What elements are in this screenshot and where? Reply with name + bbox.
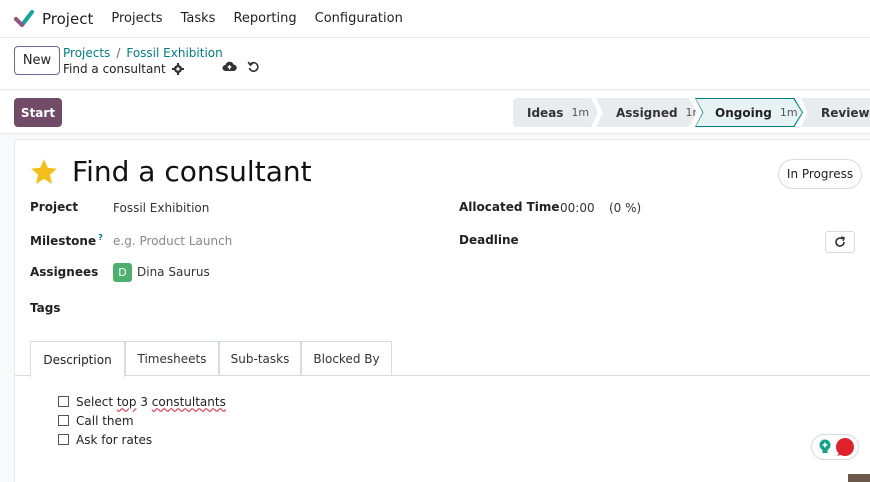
checkbox[interactable] — [58, 396, 69, 407]
project-app-icon — [14, 9, 34, 27]
tab-sub-tasks[interactable]: Sub-tasks — [219, 341, 301, 376]
refresh-button[interactable] — [825, 231, 855, 253]
deadline-label: Deadline — [459, 233, 519, 247]
menu-tasks[interactable]: Tasks — [172, 11, 225, 26]
tab-blocked-by[interactable]: Blocked By — [301, 341, 392, 376]
stage-review[interactable]: Review — [801, 98, 870, 127]
milestone-label-text: Milestone — [30, 234, 97, 248]
project-label: Project — [30, 200, 79, 214]
stage-name: Assigned — [616, 105, 678, 120]
record-name: Find a consultant — [63, 62, 166, 76]
top-navbar: Project Projects Tasks Reporting Configu… — [0, 0, 870, 38]
notebook-tabs: Description Timesheets Sub-tasks Blocked… — [15, 341, 870, 377]
gear-icon[interactable] — [171, 63, 184, 75]
menu-projects[interactable]: Projects — [102, 11, 171, 26]
refresh-icon — [835, 236, 845, 247]
checklist-item-text[interactable]: Call them — [76, 414, 134, 428]
assistant-widget[interactable] — [811, 434, 859, 460]
checklist-text-part: 3 — [136, 394, 152, 409]
checklist-item-text[interactable]: Ask for rates — [76, 433, 152, 447]
help-icon[interactable]: ? — [98, 233, 103, 242]
stage-name: Ideas — [527, 105, 564, 120]
breadcrumb: Projects / Fossil Exhibition — [63, 46, 223, 60]
milestone-label: Milestone? — [30, 233, 103, 248]
breadcrumb-fossil-exhibition[interactable]: Fossil Exhibition — [126, 46, 222, 60]
tab-description[interactable]: Description — [30, 341, 125, 377]
app-brand[interactable]: Project — [14, 9, 93, 29]
breadcrumb-separator: / — [116, 46, 121, 60]
star-icon[interactable] — [29, 157, 59, 187]
start-button[interactable]: Start — [14, 98, 62, 127]
assignee-tag[interactable]: D Dina Saurus — [113, 263, 210, 282]
grammar-check-icon — [836, 438, 854, 456]
ai-bulb-icon — [819, 439, 831, 453]
stage-duration: 1m — [779, 106, 798, 119]
title-row: Find a consultant — [29, 155, 312, 188]
avatar: D — [113, 263, 132, 282]
checklist-text-part: Select — [76, 394, 117, 409]
checklist-item: Call them — [58, 411, 226, 430]
checklist-item-text[interactable]: Select top 3 constultants — [76, 395, 226, 409]
task-title[interactable]: Find a consultant — [72, 155, 312, 188]
stage-name: Review — [821, 105, 870, 120]
app-name: Project — [42, 9, 94, 28]
main-menu: Projects Tasks Reporting Configuration — [102, 11, 411, 26]
stage-ongoing[interactable]: Ongoing 1m — [695, 98, 803, 127]
stage-name: Ongoing — [715, 105, 772, 120]
tags-label: Tags — [30, 301, 61, 315]
breadcrumb-projects[interactable]: Projects — [63, 46, 110, 60]
checkbox[interactable] — [58, 434, 69, 445]
assignee-name: Dina Saurus — [137, 265, 210, 279]
menu-configuration[interactable]: Configuration — [306, 11, 412, 26]
record-name-row: Find a consultant — [63, 62, 184, 76]
checklist-text-part: top — [116, 394, 137, 409]
stage-ongoing-inner: Ongoing 1m — [696, 99, 802, 126]
stage-assigned[interactable]: Assigned 1m — [596, 98, 697, 127]
assignees-label: Assignees — [30, 265, 99, 279]
state-badge[interactable]: In Progress — [778, 159, 862, 189]
allocated-percent: (0 %) — [609, 201, 642, 215]
stage-pipeline: Ideas 1m Assigned 1m Ongoing 1m Review — [513, 98, 870, 127]
allocated-time-label: Allocated Time — [459, 200, 560, 214]
menu-reporting[interactable]: Reporting — [224, 11, 305, 26]
form-sheet: Find a consultant In Progress Project Fo… — [14, 139, 870, 482]
cloud-upload-icon[interactable] — [222, 60, 237, 73]
status-bar: Start Ideas 1m Assigned 1m Ongoing 1m Revie… — [0, 91, 870, 134]
stage-ideas[interactable]: Ideas 1m — [513, 98, 598, 127]
checklist-text-part: constultants — [151, 394, 226, 409]
allocated-time-field[interactable]: 00:00 — [560, 201, 595, 215]
corner-image — [848, 474, 870, 482]
control-panel: New Projects / Fossil Exhibition Find a co… — [0, 38, 870, 90]
tab-timesheets[interactable]: Timesheets — [125, 341, 219, 376]
undo-icon[interactable] — [247, 60, 260, 73]
new-button[interactable]: New — [14, 46, 60, 75]
project-field[interactable]: Fossil Exhibition — [113, 201, 209, 215]
checkbox[interactable] — [58, 415, 69, 426]
milestone-field[interactable]: e.g. Product Launch — [113, 234, 232, 248]
description-checklist[interactable]: Select top 3 constultants Call them Ask … — [58, 392, 226, 449]
checklist-item: Select top 3 constultants — [58, 392, 226, 411]
checklist-item: Ask for rates — [58, 430, 226, 449]
stage-duration: 1m — [571, 106, 590, 119]
